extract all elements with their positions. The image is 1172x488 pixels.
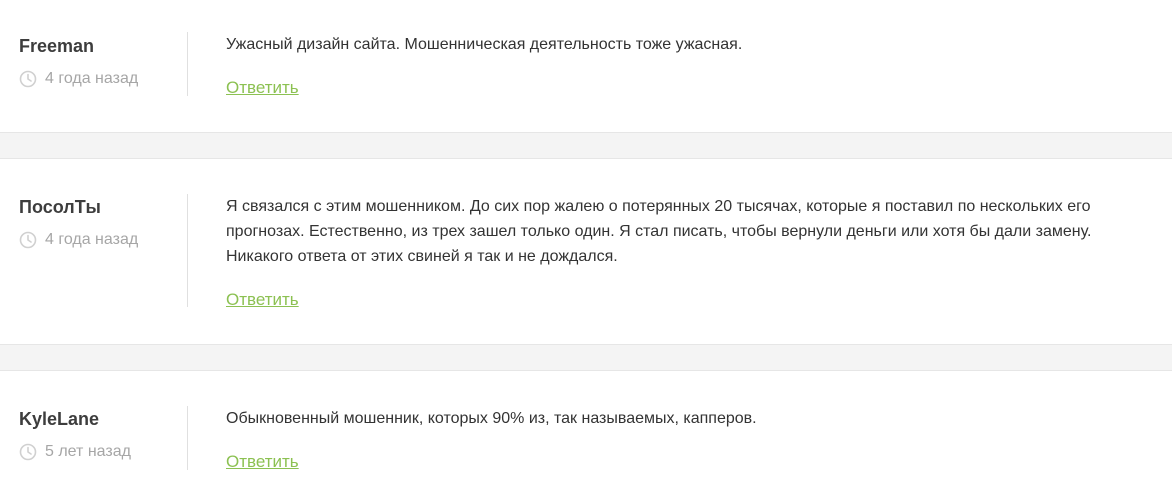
comment-author: Freeman (19, 36, 95, 56)
comment-time: 4 года назад (45, 231, 139, 248)
comment-meta: 4 года назад (19, 69, 187, 89)
comment-author: KyleLane (19, 409, 100, 429)
comment-separator (0, 132, 1172, 159)
comment-divider (187, 406, 188, 470)
comment-text: Ужасный дизайн сайта. Мошенническая деят… (226, 36, 743, 53)
clock-icon (19, 70, 37, 88)
comment-time: 5 лет назад (45, 443, 131, 460)
comment-body: Я связался с этим мошенником. До сих пор… (226, 194, 1146, 311)
comment-item: ПосолТы 4 года назад Я связался с этим м… (0, 159, 1172, 344)
comments-list: Freeman 4 года назад Ужасный дизайн сайт… (0, 0, 1172, 488)
comment-author-block: Freeman 4 года назад (19, 35, 187, 89)
comment-meta: 4 года назад (19, 230, 187, 250)
comment-meta: 5 лет назад (19, 442, 187, 462)
reply-link[interactable]: Ответить (226, 289, 299, 311)
reply-link[interactable]: Ответить (226, 77, 299, 99)
comment-author: ПосолТы (19, 197, 101, 217)
comment-time: 4 года назад (45, 70, 139, 87)
comment-author-block: ПосолТы 4 года назад (19, 196, 187, 250)
comment-item: Freeman 4 года назад Ужасный дизайн сайт… (0, 0, 1172, 132)
comment-body: Ужасный дизайн сайта. Мошенническая деят… (226, 32, 1146, 99)
clock-icon (19, 443, 37, 461)
comment-author-block: KyleLane 5 лет назад (19, 408, 187, 462)
comment-body: Обыкновенный мошенник, которых 90% из, т… (226, 406, 1146, 473)
comment-item: KyleLane 5 лет назад Обыкновенный мошенн… (0, 371, 1172, 488)
comment-separator (0, 344, 1172, 371)
comment-divider (187, 32, 188, 96)
comment-text: Обыкновенный мошенник, которых 90% из, т… (226, 410, 757, 427)
clock-icon (19, 231, 37, 249)
comment-divider (187, 194, 188, 307)
comment-text: Я связался с этим мошенником. До сих пор… (226, 198, 1092, 265)
reply-link[interactable]: Ответить (226, 451, 299, 473)
